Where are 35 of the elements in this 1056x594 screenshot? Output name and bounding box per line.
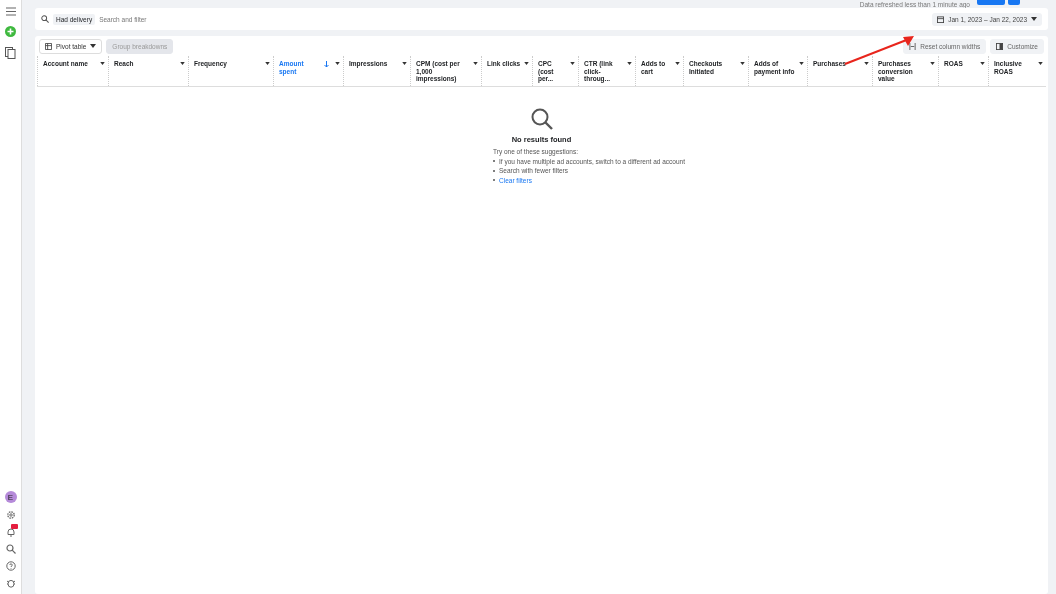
caret-icon[interactable] xyxy=(980,62,985,65)
sort-arrow-icon xyxy=(324,61,329,68)
avatar[interactable]: E xyxy=(4,491,17,503)
caret-icon[interactable] xyxy=(473,62,478,65)
notification-badge-icon xyxy=(10,524,18,529)
help-icon[interactable] xyxy=(5,561,16,571)
caret-icon[interactable] xyxy=(100,62,105,65)
menu-icon[interactable] xyxy=(5,7,16,16)
table-icon xyxy=(45,42,52,50)
caret-icon xyxy=(1031,17,1037,21)
search-icon[interactable] xyxy=(5,544,16,554)
pages-icon[interactable] xyxy=(5,47,16,59)
caret-icon xyxy=(90,44,97,48)
plus-icon[interactable] xyxy=(5,26,16,37)
caret-icon[interactable] xyxy=(524,62,529,65)
column-width-icon xyxy=(909,42,917,50)
caret-icon[interactable] xyxy=(627,62,632,65)
search-icon xyxy=(529,107,554,131)
caret-icon[interactable] xyxy=(570,62,575,65)
caret-icon[interactable] xyxy=(402,62,407,65)
caret-icon[interactable] xyxy=(930,62,935,65)
columns-icon xyxy=(996,42,1004,50)
search-icon xyxy=(41,15,49,23)
bell-icon[interactable] xyxy=(5,527,16,537)
caret-icon[interactable] xyxy=(740,62,745,65)
calendar-icon xyxy=(937,15,945,23)
caret-icon[interactable] xyxy=(335,62,340,65)
caret-icon[interactable] xyxy=(675,62,680,65)
caret-icon[interactable] xyxy=(864,62,869,65)
caret-icon[interactable] xyxy=(265,62,270,65)
caret-icon[interactable] xyxy=(1038,62,1043,65)
settings-icon[interactable] xyxy=(5,510,16,520)
caret-icon[interactable] xyxy=(799,62,804,65)
caret-icon[interactable] xyxy=(180,62,185,65)
bug-icon[interactable] xyxy=(5,578,16,588)
